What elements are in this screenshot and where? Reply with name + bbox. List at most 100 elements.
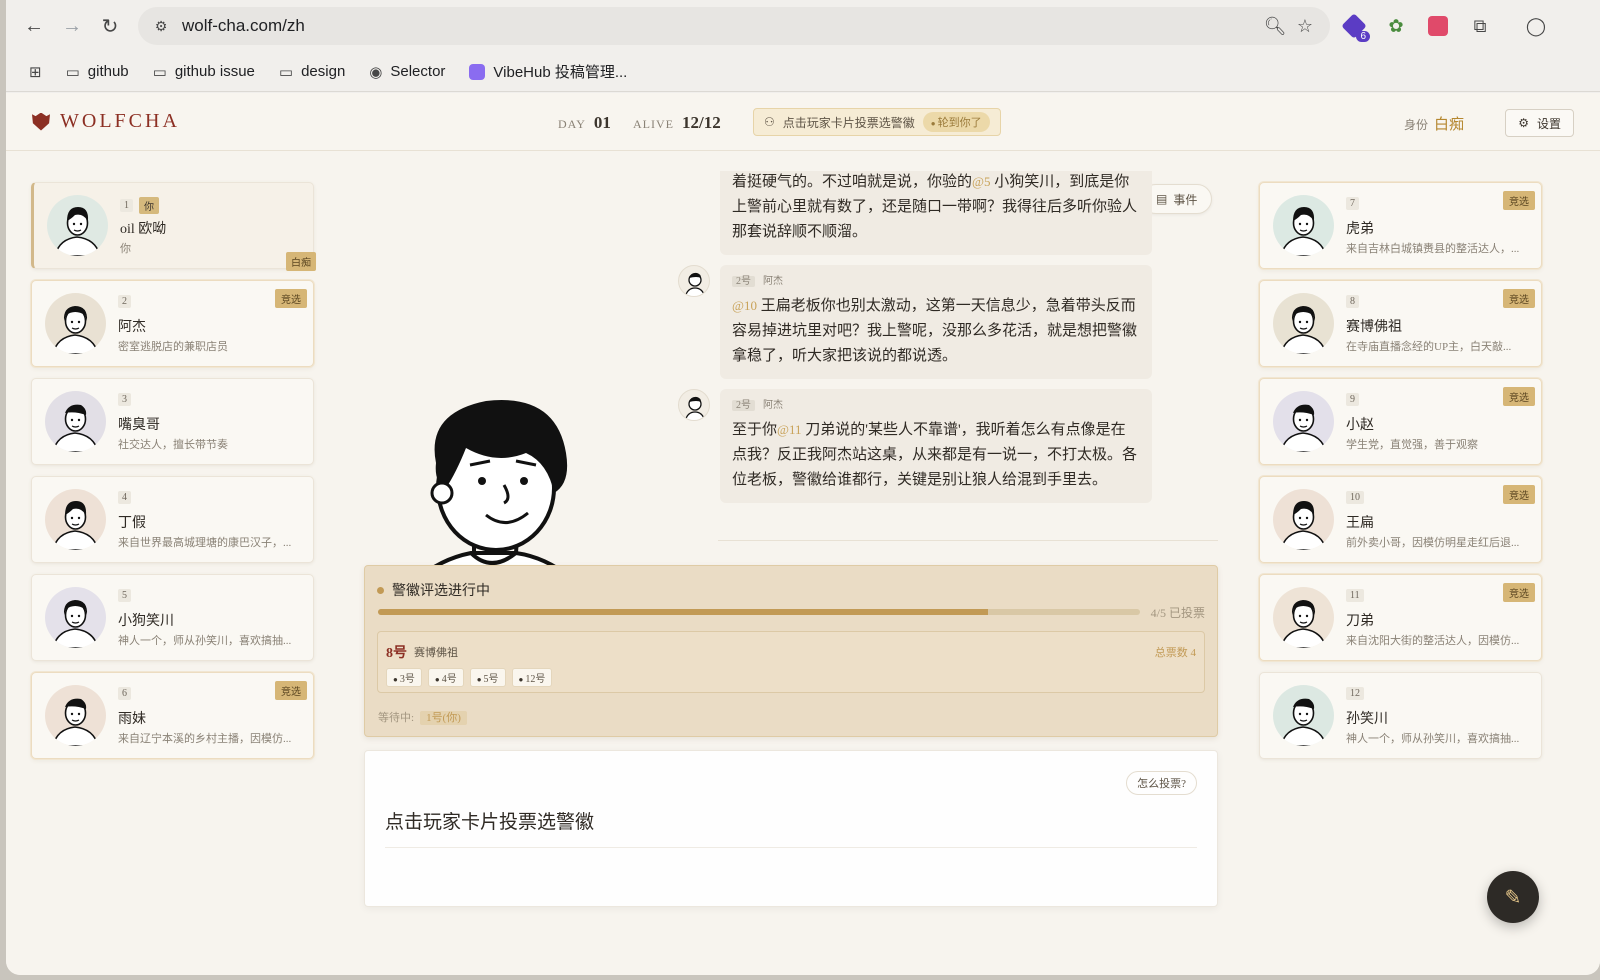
seat-label: 8	[1346, 295, 1359, 308]
waiting-label: 等待中:	[378, 712, 415, 724]
mention-tag[interactable]: @10	[732, 298, 757, 313]
extension-badge: 6	[1356, 31, 1370, 42]
mention-tag[interactable]: @5	[972, 174, 990, 189]
seat-label: 3	[118, 393, 131, 406]
apps-grid-icon[interactable]: ⊞	[20, 59, 51, 85]
vote-progress-fill	[378, 609, 988, 615]
bookmark-design[interactable]: ▭ design	[270, 59, 354, 85]
compose-button[interactable]: ✎	[1487, 871, 1539, 923]
player-card-2[interactable]: 2 阿杰 密室逃脱店的兼职店员 竞选	[31, 280, 314, 367]
candidate-tag: 竞选	[1503, 191, 1535, 210]
bookmark-vibehub[interactable]: VibeHub 投稿管理...	[460, 57, 636, 86]
voter-chips: 3号 4号 5号 12号	[386, 668, 553, 687]
logo[interactable]: WOLFCHA	[32, 110, 180, 133]
chat-log[interactable]: 着挺硬气的。不过咱就是说，你验的@5 小狗笑川，到底是你上警前心里就有数了，还是…	[664, 171, 1224, 555]
message-author: 阿杰	[763, 276, 783, 287]
vote-tally-row: 8号 赛博佛祖 总票数 4 3号 4号 5号 12号	[377, 631, 1205, 693]
player-description: 在寺庙直播念经的UP主，白天敲...	[1346, 341, 1512, 353]
player-card-8[interactable]: 8 赛博佛祖 在寺庙直播念经的UP主，白天敲... 竞选	[1259, 280, 1542, 367]
player-description: 来自辽宁本溪的乡村主播，因模仿...	[118, 733, 292, 745]
bookmark-github-issue[interactable]: ▭ github issue	[144, 59, 264, 85]
action-prompt: 点击玩家卡片投票选警徽	[385, 812, 595, 833]
player-name: 小狗笑川	[118, 614, 174, 629]
player-card-12[interactable]: 12 孙笑川 神人一个，师从孙笑川，喜欢搞抽...	[1259, 672, 1542, 759]
candidate-tag: 竞选	[1503, 387, 1535, 406]
bookmark-label: Selector	[390, 63, 446, 80]
voter-chip: 12号	[511, 668, 553, 687]
player-description: 密室逃脱店的兼职店员	[118, 341, 228, 353]
forward-icon[interactable]: →	[56, 10, 88, 42]
player-card-6[interactable]: 6 雨妹 来自辽宁本溪的乡村主播，因模仿... 竞选	[31, 672, 314, 759]
vote-total: 总票数 4	[1154, 647, 1196, 659]
edit-icon: ✎	[1504, 886, 1522, 909]
vibehub-icon	[469, 63, 486, 80]
player-card-3[interactable]: 3 嘴臭哥 社交达人，擅长带节奏	[31, 378, 314, 465]
bookmark-selector[interactable]: ◉ Selector	[360, 59, 454, 85]
bookmark-star-icon[interactable]: ☆	[1290, 11, 1320, 41]
logo-text: WOLFCHA	[60, 110, 180, 132]
globe-icon: ◉	[369, 63, 383, 81]
turn-hint: ⚇ 点击玩家卡片投票选警徽 轮到你了	[753, 108, 1001, 136]
back-icon[interactable]: ←	[18, 10, 50, 42]
hint-text: 点击玩家卡片投票选警徽	[782, 115, 915, 130]
seat-number: 9	[1346, 393, 1359, 406]
seat-label: 7	[1346, 197, 1359, 210]
game-header: WOLFCHA DAY 01 ALIVE 12/12 ⚇ 点击玩家卡片投票选警徽…	[6, 93, 1600, 151]
browser-window: ← → ↻ ⚙ wolf-cha.com/zh 🔍︎ ☆ 6 ✿ ⧉ ◯ ⊞ ▭…	[6, 0, 1600, 975]
message-bubble: 着挺硬气的。不过咱就是说，你验的@5 小狗笑川，到底是你上警前心里就有数了，还是…	[720, 171, 1152, 255]
player-card-10[interactable]: 10 王扁 前外卖小哥，因模仿明星走红后退... 竞选	[1259, 476, 1542, 563]
player-card-9[interactable]: 9 小赵 学生党，直觉强，善于观察 竞选	[1259, 378, 1542, 465]
player-description: 来自世界最高城理塘的康巴汉子，...	[118, 537, 292, 549]
avatar	[1273, 489, 1334, 550]
player-card-4[interactable]: 4 丁假 来自世界最高城理塘的康巴汉子，...	[31, 476, 314, 563]
players-left-column: 1 你 oil 欧呦你白痴 2 阿杰 密室逃脱店的兼职店员 竞选 3 嘴臭哥 社交达人，擅长带节奏…	[31, 182, 316, 770]
player-name: 嘴臭哥	[118, 418, 160, 433]
seat-label: 11	[1346, 589, 1364, 602]
chat-message: 着挺硬气的。不过咱就是说，你验的@5 小狗笑川，到底是你上警前心里就有数了，还是…	[664, 171, 1224, 255]
candidate-tag: 竞选	[1503, 485, 1535, 504]
player-description: 神人一个，师从孙笑川，喜欢搞抽...	[118, 635, 292, 647]
users-icon: ⚇	[764, 114, 775, 129]
player-card-5[interactable]: 5 小狗笑川神人一个，师从孙笑川，喜欢搞抽...	[31, 574, 314, 661]
player-card-11[interactable]: 11 刀弟 来自沈阳大街的整活达人，因模仿... 竞选	[1259, 574, 1542, 661]
extension-puzzle-green-icon[interactable]: ✿	[1378, 8, 1414, 44]
avatar	[678, 265, 710, 297]
player-card-1[interactable]: 1 你 oil 欧呦你白痴	[31, 182, 316, 271]
url-text[interactable]: wolf-cha.com/zh	[182, 16, 1260, 36]
day-counter: DAY 01	[558, 113, 611, 133]
badge-vote-panel: 警徽评选进行中 4/5 已投票 8号 赛博佛祖 总票数 4 3号4号5号12号 …	[364, 565, 1218, 737]
player-description: 来自沈阳大街的整活达人，因模仿...	[1346, 635, 1520, 647]
avatar	[45, 489, 106, 550]
player-card-7[interactable]: 7 虎弟 来自吉林白城镇赉县的整活达人，... 竞选	[1259, 182, 1542, 269]
avatar	[1273, 293, 1334, 354]
alive-label: ALIVE	[633, 117, 674, 131]
folder-icon: ▭	[152, 63, 167, 81]
game-app: WOLFCHA DAY 01 ALIVE 12/12 ⚇ 点击玩家卡片投票选警徽…	[6, 93, 1600, 975]
settings-button[interactable]: ⚙ 设置	[1505, 109, 1574, 137]
avatar	[45, 391, 106, 452]
bookmark-github[interactable]: ▭ github	[57, 59, 138, 85]
site-info-icon[interactable]: ⚙	[148, 13, 174, 39]
message-text: 至于你	[732, 422, 778, 438]
player-name: 赛博佛祖	[1346, 320, 1402, 335]
reload-icon[interactable]: ↻	[94, 10, 126, 42]
player-name: 刀弟	[1346, 614, 1374, 629]
extension-translate-icon[interactable]	[1420, 8, 1456, 44]
seat-number: 6	[118, 687, 131, 700]
seat-label: 4	[118, 491, 131, 504]
message-seat: 2号	[732, 276, 755, 287]
player-name: 阿杰	[118, 320, 146, 335]
role-tag: 白痴	[286, 252, 316, 271]
extensions-menu-icon[interactable]: ⧉	[1462, 8, 1498, 44]
seat-label: 9	[1346, 393, 1359, 406]
extension-icon[interactable]: 6	[1336, 8, 1372, 44]
how-to-vote-button[interactable]: 怎么投票?	[1126, 771, 1197, 795]
profile-icon[interactable]: ◯	[1518, 8, 1554, 44]
zoom-icon[interactable]: 🔍︎	[1260, 11, 1290, 41]
message-text: 着挺硬气的。不过咱就是说，你验的	[732, 174, 973, 190]
player-name: 王扁	[1346, 516, 1374, 531]
address-bar[interactable]: ⚙ wolf-cha.com/zh 🔍︎ ☆	[138, 7, 1330, 45]
seat-label: 5	[118, 589, 131, 602]
mention-tag[interactable]: @11	[777, 422, 802, 437]
avatar	[1273, 391, 1334, 452]
